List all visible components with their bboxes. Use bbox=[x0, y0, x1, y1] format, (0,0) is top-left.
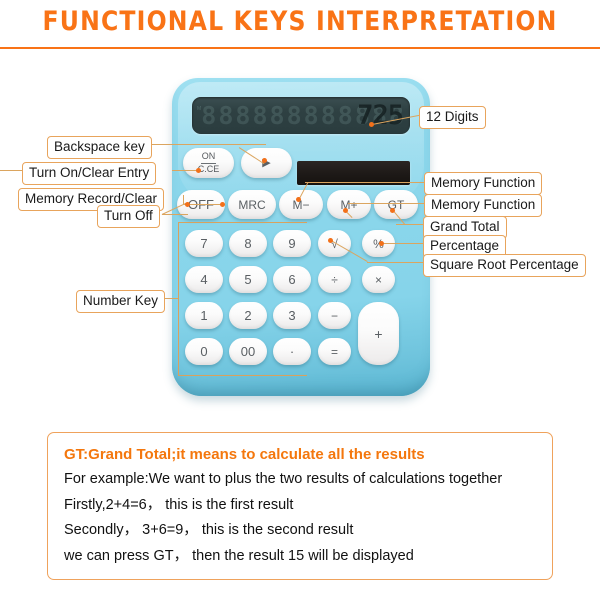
lcd-ghost-digit: 8 bbox=[235, 101, 251, 130]
callout-turn-on-clear-entry[interactable]: Turn On/Clear Entry bbox=[22, 162, 157, 185]
lcd-ghost-digit: 8 bbox=[269, 101, 285, 130]
callout-memory-function-2[interactable]: Memory Function bbox=[424, 194, 543, 217]
lcd-ghost-digit: 8 bbox=[252, 101, 268, 130]
explanation-line-2: Firstly,2+4=6， this is the first result bbox=[64, 496, 294, 513]
lcd-ghost-digit: 8 bbox=[218, 101, 234, 130]
leader-memory-fn-2 bbox=[348, 203, 425, 205]
lcd-ghost-digit: 8 bbox=[303, 101, 319, 130]
dot-backspace bbox=[262, 158, 267, 163]
lcd-ghost-digit: 8 bbox=[337, 101, 353, 130]
leader-turn-on-left bbox=[0, 170, 22, 172]
dot-percentage bbox=[379, 241, 384, 246]
callout-square-root-percentage[interactable]: Square Root Percentage bbox=[423, 254, 586, 277]
dot-memory-record bbox=[220, 202, 225, 207]
explanation-heading: GT:Grand Total;it means to calculate all… bbox=[64, 446, 425, 463]
leader-percentage bbox=[383, 243, 425, 245]
multiply-icon: × bbox=[374, 272, 382, 287]
explanation-line-1: For example:We want to plus the two resu… bbox=[64, 471, 503, 487]
lcd-ghost-digit: 8 bbox=[201, 101, 217, 130]
mrc-key[interactable]: MRC bbox=[228, 190, 276, 219]
divide-icon: ÷ bbox=[331, 272, 338, 287]
on-label: ON bbox=[200, 151, 217, 164]
leader-memory-fn-1 bbox=[305, 182, 425, 184]
callout-12-digits[interactable]: 12 Digits bbox=[419, 106, 486, 129]
leader-sqrt-pct-h bbox=[367, 262, 425, 264]
callout-number-key[interactable]: Number Key bbox=[76, 290, 166, 313]
callout-turn-off[interactable]: Turn Off bbox=[97, 205, 160, 228]
on-clear-entry-key[interactable]: ON C.CE bbox=[183, 148, 234, 178]
leader-backspace-h bbox=[148, 144, 266, 146]
dot-sqrt-pct bbox=[328, 238, 333, 243]
lcd-ghost-digit: 8 bbox=[320, 101, 336, 130]
minus-key[interactable]: − bbox=[318, 302, 351, 329]
explanation-line-3: Secondly， 3+6=9， this is the second resu… bbox=[64, 522, 354, 539]
leader-grand-total bbox=[396, 224, 425, 226]
dot-turn-off bbox=[185, 202, 190, 207]
number-key-group-bracket bbox=[178, 222, 307, 376]
callout-memory-function-1[interactable]: Memory Function bbox=[424, 172, 543, 195]
c-ce-label: C.CE bbox=[197, 163, 220, 174]
lcd-ghost-digit: 8 bbox=[286, 101, 302, 130]
minus-icon: − bbox=[330, 308, 338, 323]
leader-turn-off-h bbox=[162, 214, 188, 216]
dot-memory-fn-2 bbox=[343, 208, 348, 213]
explanation-line-4: we can press GT， then the result 15 will… bbox=[64, 548, 414, 565]
mrc-key-label: MRC bbox=[238, 197, 266, 212]
memory-minus-key-label: M− bbox=[292, 197, 310, 212]
plus-icon: + bbox=[374, 325, 383, 342]
callout-backspace[interactable]: Backspace key bbox=[47, 136, 152, 159]
dot-memory-fn-1 bbox=[296, 197, 301, 202]
dot-grand-total bbox=[390, 208, 395, 213]
dot-turn-on bbox=[196, 168, 201, 173]
dot-12-digits bbox=[369, 122, 374, 127]
lcd-value: 725 bbox=[357, 100, 404, 131]
lcd-display: M 888888888888 725 bbox=[192, 97, 410, 134]
plus-key[interactable]: + bbox=[358, 302, 399, 365]
equals-icon: = bbox=[330, 344, 338, 359]
divide-key[interactable]: ÷ bbox=[318, 266, 351, 293]
equals-key[interactable]: = bbox=[318, 338, 351, 365]
explanation-panel: GT:Grand Total;it means to calculate all… bbox=[47, 432, 553, 580]
multiply-key[interactable]: × bbox=[362, 266, 395, 293]
